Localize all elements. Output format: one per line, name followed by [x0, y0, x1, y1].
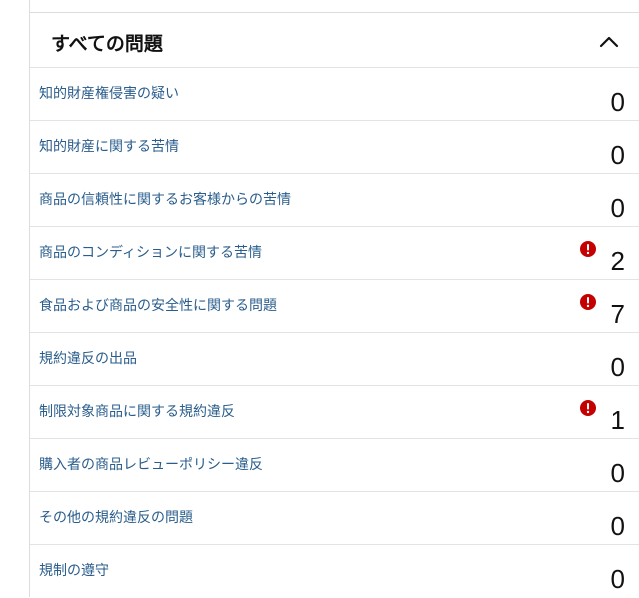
- issue-link[interactable]: 商品の信頼性に関するお客様からの苦情: [39, 189, 291, 209]
- issue-row: 食品および商品の安全性に関する問題 7: [30, 280, 639, 333]
- issue-count: 2: [610, 246, 625, 276]
- section-header: すべての問題: [30, 13, 639, 68]
- section-title: すべての問題: [51, 33, 163, 55]
- issue-row: 商品の信頼性に関するお客様からの苦情 0: [30, 174, 639, 227]
- alert-icon: [580, 294, 596, 310]
- issue-link[interactable]: 購入者の商品レビューポリシー違反: [39, 454, 263, 474]
- issue-row: 購入者の商品レビューポリシー違反 0: [30, 439, 639, 492]
- issue-count: 0: [610, 352, 625, 382]
- issue-row: 知的財産に関する苦情 0: [30, 121, 639, 174]
- collapse-button[interactable]: [597, 30, 621, 54]
- issue-link[interactable]: 知的財産に関する苦情: [39, 136, 179, 156]
- issue-list: 知的財産権侵害の疑い 0 知的財産に関する苦情 0 商品の信頼性に関するお客様か…: [30, 68, 639, 598]
- issue-link[interactable]: 商品のコンディションに関する苦情: [39, 242, 262, 262]
- issue-link[interactable]: その他の規約違反の問題: [39, 507, 193, 527]
- panel-top-divider: [30, 0, 639, 13]
- issue-count: 0: [610, 140, 625, 170]
- issue-row: 規制の遵守 0: [30, 545, 639, 598]
- issue-link[interactable]: 制限対象商品に関する規約違反: [39, 401, 235, 421]
- issue-count: 0: [610, 193, 625, 223]
- issue-link[interactable]: 食品および商品の安全性に関する問題: [39, 295, 277, 315]
- issue-count: 0: [610, 511, 625, 541]
- issue-count: 0: [610, 564, 625, 594]
- issue-link[interactable]: 規約違反の出品: [39, 348, 137, 368]
- issue-count: 7: [610, 299, 625, 329]
- issue-row: 制限対象商品に関する規約違反 1: [30, 386, 639, 439]
- issue-row: その他の規約違反の問題 0: [30, 492, 639, 545]
- issue-link[interactable]: 知的財産権侵害の疑い: [39, 83, 179, 103]
- all-issues-panel: すべての問題 知的財産権侵害の疑い 0 知的財産に関する苦情 0 商品の信頼性に…: [29, 0, 639, 597]
- issue-link[interactable]: 規制の遵守: [39, 560, 109, 580]
- alert-icon: [580, 400, 596, 416]
- issue-row: 知的財産権侵害の疑い 0: [30, 68, 639, 121]
- issue-count: 1: [610, 405, 625, 435]
- issue-row: 商品のコンディションに関する苦情 2: [30, 227, 639, 280]
- issue-count: 0: [610, 87, 625, 117]
- issue-count: 0: [610, 458, 625, 488]
- chevron-up-icon: [599, 36, 619, 48]
- issue-row: 規約違反の出品 0: [30, 333, 639, 386]
- alert-icon: [580, 241, 596, 257]
